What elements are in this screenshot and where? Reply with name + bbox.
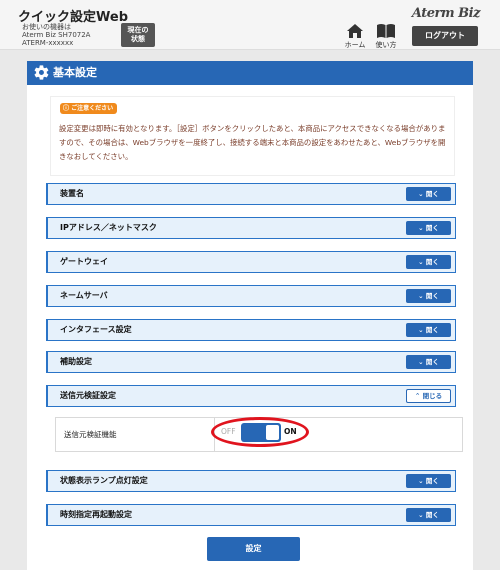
open-button[interactable]: ⌄ 開く <box>406 289 451 303</box>
open-button-label: 開く <box>425 224 439 232</box>
page-title: 基本設定 <box>53 66 97 79</box>
section-label: IPアドレス／ネットマスク <box>60 223 157 232</box>
open-button-label: 開く <box>425 190 439 198</box>
chevron-down-icon: ⌄ <box>418 190 426 198</box>
chevron-down-icon: ⌄ <box>418 258 426 266</box>
submit-button[interactable]: 設定 <box>207 537 300 561</box>
home-label: ホーム <box>344 41 366 49</box>
section-device-name[interactable]: 装置名 ⌄ 開く <box>46 183 456 205</box>
open-button[interactable]: ⌄ 開く <box>406 187 451 201</box>
panel-title-bar: 基本設定 <box>27 61 473 85</box>
section-source-verification[interactable]: 送信元検証設定 ⌃ 閉じる <box>46 385 456 407</box>
section-label: 状態表示ランプ点灯設定 <box>60 476 148 485</box>
current-status-button[interactable]: 現在の 状態 <box>121 23 155 47</box>
chevron-down-icon: ⌄ <box>418 358 426 366</box>
notice-badge-label: ご注意ください <box>71 105 114 112</box>
section-status-lamp[interactable]: 状態表示ランプ点灯設定 ⌄ 開く <box>46 470 456 492</box>
status-button-line: 状態 <box>131 35 145 43</box>
status-button-line: 現在の <box>127 26 149 34</box>
chevron-down-icon: ⌄ <box>418 292 426 300</box>
open-button[interactable]: ⌄ 開く <box>406 355 451 369</box>
open-button[interactable]: ⌄ 開く <box>406 508 451 522</box>
open-button[interactable]: ⌄ 開く <box>406 255 451 269</box>
section-label: インタフェース設定 <box>60 325 132 334</box>
source-verification-label: 送信元検証機能 <box>64 430 117 439</box>
section-auxiliary[interactable]: 補助設定 ⌄ 開く <box>46 351 456 373</box>
section-interface[interactable]: インタフェース設定 ⌄ 開く <box>46 319 456 341</box>
section-label: 補助設定 <box>60 357 92 366</box>
section-label: 装置名 <box>60 189 84 198</box>
section-label: ネームサーバ <box>60 291 108 300</box>
close-button[interactable]: ⌃ 閉じる <box>406 389 451 403</box>
logout-button[interactable]: ログアウト <box>412 26 478 46</box>
section-scheduled-reboot[interactable]: 時刻指定再起動設定 ⌄ 開く <box>46 504 456 526</box>
close-button-label: 閉じる <box>422 392 443 400</box>
open-button[interactable]: ⌄ 開く <box>406 323 451 337</box>
device-info-line: お使いの機器は <box>22 23 71 31</box>
open-button-label: 開く <box>425 511 439 519</box>
device-info-line: ATERM-xxxxxx <box>22 39 74 47</box>
section-ip-address[interactable]: IPアドレス／ネットマスク ⌄ 開く <box>46 217 456 239</box>
open-button-label: 開く <box>425 358 439 366</box>
notice-badge: ⓘ ご注意ください <box>60 103 118 114</box>
chevron-down-icon: ⌄ <box>418 511 426 519</box>
open-button[interactable]: ⌄ 開く <box>406 474 451 488</box>
gear-icon <box>34 65 49 80</box>
open-button-label: 開く <box>425 477 439 485</box>
top-header: クイック設定Web お使いの機器は Aterm Biz SH7072A ATER… <box>0 0 500 50</box>
notice-text: 設定変更は即時に有効となります。［設定］ボタンをクリックしたあと、本商品にアクセ… <box>59 124 446 161</box>
home-nav[interactable]: ホーム <box>342 23 368 50</box>
section-label: 時刻指定再起動設定 <box>60 510 132 519</box>
section-name-server[interactable]: ネームサーバ ⌄ 開く <box>46 285 456 307</box>
device-info: お使いの機器は Aterm Biz SH7072A ATERM-xxxxxx <box>22 23 90 47</box>
info-icon: ⓘ <box>63 105 72 112</box>
open-button-label: 開く <box>425 258 439 266</box>
open-button-label: 開く <box>425 326 439 334</box>
chevron-up-icon: ⌃ <box>414 392 423 400</box>
device-info-line: Aterm Biz SH7072A <box>22 31 91 39</box>
section-gateway[interactable]: ゲートウェイ ⌄ 開く <box>46 251 456 273</box>
brand-logo: Aterm Biz <box>411 6 481 21</box>
open-button[interactable]: ⌄ 開く <box>406 221 451 235</box>
open-button-label: 開く <box>425 292 439 300</box>
chevron-down-icon: ⌄ <box>418 326 426 334</box>
chevron-down-icon: ⌄ <box>418 224 426 232</box>
chevron-down-icon: ⌄ <box>418 477 426 485</box>
manual-nav[interactable]: 使い方 <box>373 23 399 50</box>
section-label: 送信元検証設定 <box>60 391 116 400</box>
home-icon <box>347 24 363 38</box>
highlight-ring <box>211 417 309 447</box>
manual-label: 使い方 <box>375 41 397 49</box>
section-label: ゲートウェイ <box>60 257 108 266</box>
book-icon <box>377 24 395 38</box>
